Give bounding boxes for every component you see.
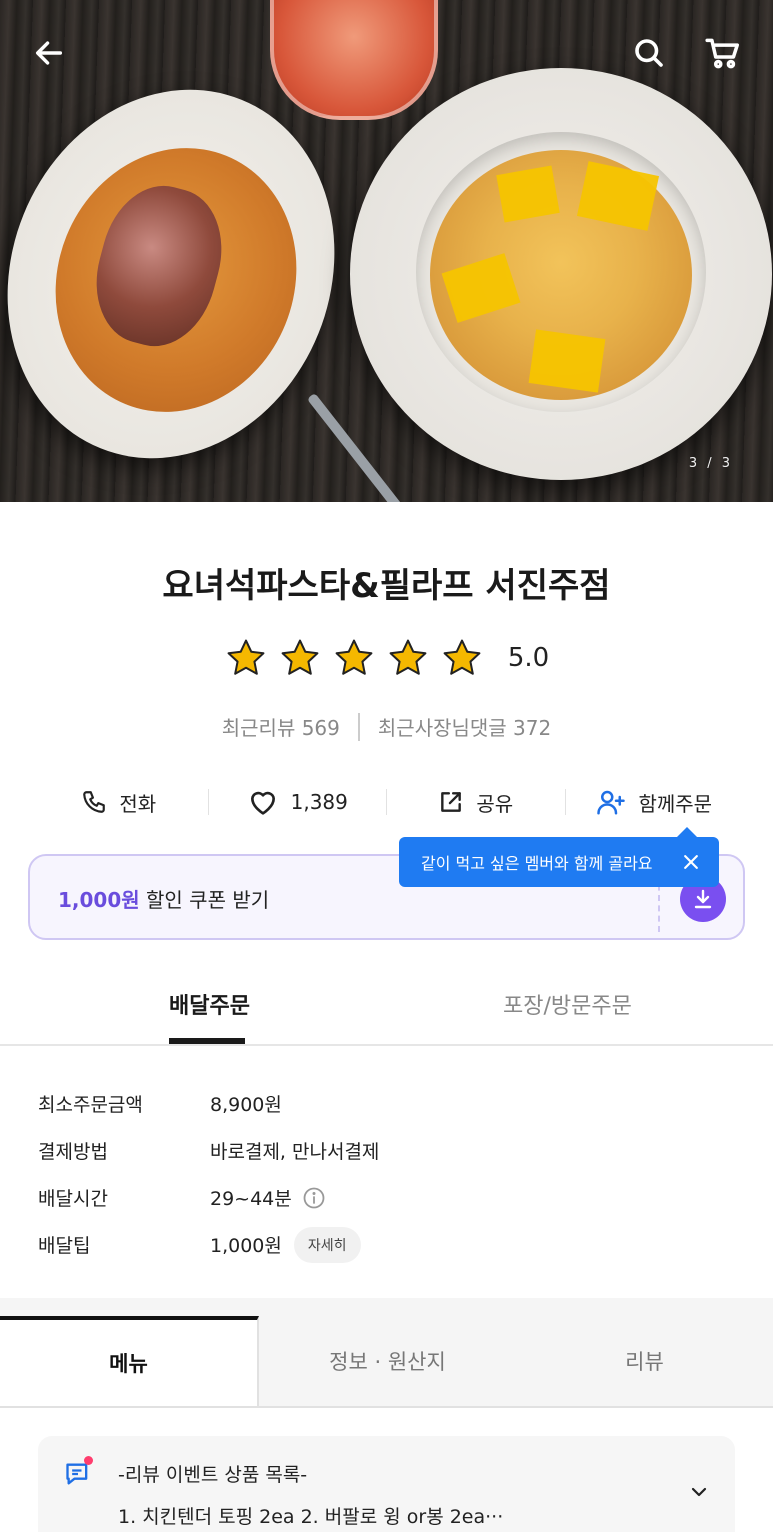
share-label: 공유 — [476, 791, 514, 816]
star-icon — [389, 639, 427, 675]
back-arrow-icon — [35, 41, 63, 65]
add-user-icon — [597, 790, 626, 815]
favorite-count: 1,389 — [290, 790, 348, 814]
notice-title: -리뷰 이벤트 상품 목록- — [118, 1464, 308, 1486]
chevron-down-icon[interactable] — [687, 1480, 711, 1504]
close-icon[interactable] — [681, 852, 701, 872]
review-summary: 최근리뷰 569 최근사장님댓글 372 — [0, 712, 773, 741]
cheese-slice — [496, 165, 560, 223]
delivery-info: 최소주문금액 8,900원 결제방법 바로결제, 만나서결제 배달시간 29~4… — [38, 1080, 738, 1268]
tab-menu[interactable]: 메뉴 — [0, 1316, 259, 1406]
cart-button[interactable] — [701, 31, 745, 75]
owner-replies-link[interactable]: 최근사장님댓글 372 — [378, 712, 551, 741]
heart-icon — [250, 791, 275, 815]
tab-info-origin[interactable]: 정보 · 원산지 — [259, 1316, 516, 1406]
share-icon — [441, 792, 462, 812]
cart-icon — [705, 38, 739, 69]
download-icon — [694, 889, 712, 909]
back-button[interactable] — [27, 31, 71, 75]
rating-value: 5.0 — [507, 643, 550, 673]
tab-pickup[interactable]: 포장/방문주문 — [503, 988, 632, 1020]
star-icon — [335, 639, 373, 675]
search-icon — [635, 39, 663, 67]
drink-cup — [270, 0, 438, 120]
store-hero-image[interactable]: 3 / 3 — [0, 0, 773, 502]
group-order-button[interactable]: 함께주문 — [566, 787, 744, 817]
recent-reviews-link[interactable]: 최근리뷰 569 — [222, 712, 340, 741]
image-counter: 3 / 3 — [688, 456, 733, 471]
info-value: 29~44분 — [210, 1188, 292, 1210]
order-type-tabs: 배달주문 포장/방문주문 — [0, 966, 773, 1046]
tab-delivery[interactable]: 배달주문 — [169, 988, 250, 1020]
new-badge-dot — [84, 1456, 93, 1465]
active-tab-indicator — [169, 1038, 245, 1044]
star-icon — [281, 639, 319, 675]
favorite-button[interactable]: 1,389 — [209, 786, 387, 818]
store-name: 요녀석파스타&필라프 서진주점 — [162, 566, 611, 606]
group-order-label: 함께주문 — [638, 791, 713, 816]
info-row-min-order: 최소주문금액 8,900원 — [38, 1080, 738, 1127]
info-value: 1,000원 — [210, 1235, 282, 1257]
share-button[interactable]: 공유 — [387, 788, 565, 817]
info-icon[interactable] — [302, 1186, 326, 1210]
coupon-label: 할인 쿠폰 받기 — [139, 888, 270, 912]
phone-icon — [83, 791, 106, 813]
cheese-slice — [528, 329, 606, 393]
info-row-payment: 결제방법 바로결제, 만나서결제 — [38, 1127, 738, 1174]
coupon-text: 1,000원 할인 쿠폰 받기 — [58, 884, 269, 913]
tooltip-text: 같이 먹고 싶은 멤버와 함께 골라요 — [421, 854, 653, 873]
group-order-tooltip: 같이 먹고 싶은 멤버와 함께 골라요 — [399, 827, 719, 887]
info-label: 배달팁 — [38, 1235, 91, 1257]
info-label: 결제방법 — [38, 1141, 108, 1163]
divider — [357, 712, 360, 741]
fork — [306, 392, 408, 502]
delivery-tip-detail-button[interactable]: 자세히 — [293, 1226, 361, 1263]
search-button[interactable] — [627, 31, 671, 75]
star-icon — [443, 639, 481, 675]
call-label: 전화 — [119, 791, 157, 816]
star-icon — [227, 639, 265, 675]
info-row-delivery-tip: 배달팁 1,000원 자세히 — [38, 1221, 738, 1268]
coupon-amount: 1,000원 — [58, 888, 140, 912]
info-label: 배달시간 — [38, 1188, 108, 1210]
menu-tabs: 메뉴 정보 · 원산지 리뷰 — [0, 1316, 773, 1408]
notice-body: 1. 치킨텐더 토핑 2ea 2. 버팔로 윙 or봉 2ea··· — [118, 1506, 504, 1528]
store-actions: 전화 1,389 공유 함께주문 — [30, 780, 743, 824]
store-rating: 5.0 — [0, 636, 773, 680]
tab-reviews[interactable]: 리뷰 — [516, 1316, 773, 1406]
review-event-notice[interactable]: -리뷰 이벤트 상품 목록- 1. 치킨텐더 토핑 2ea 2. 버팔로 윙 o… — [38, 1436, 735, 1532]
call-button[interactable]: 전화 — [30, 788, 208, 817]
info-value: 8,900원 — [210, 1094, 282, 1116]
info-label: 최소주문금액 — [38, 1094, 143, 1116]
info-value: 바로결제, 만나서결제 — [210, 1141, 380, 1163]
info-row-delivery-time: 배달시간 29~44분 — [38, 1174, 738, 1221]
